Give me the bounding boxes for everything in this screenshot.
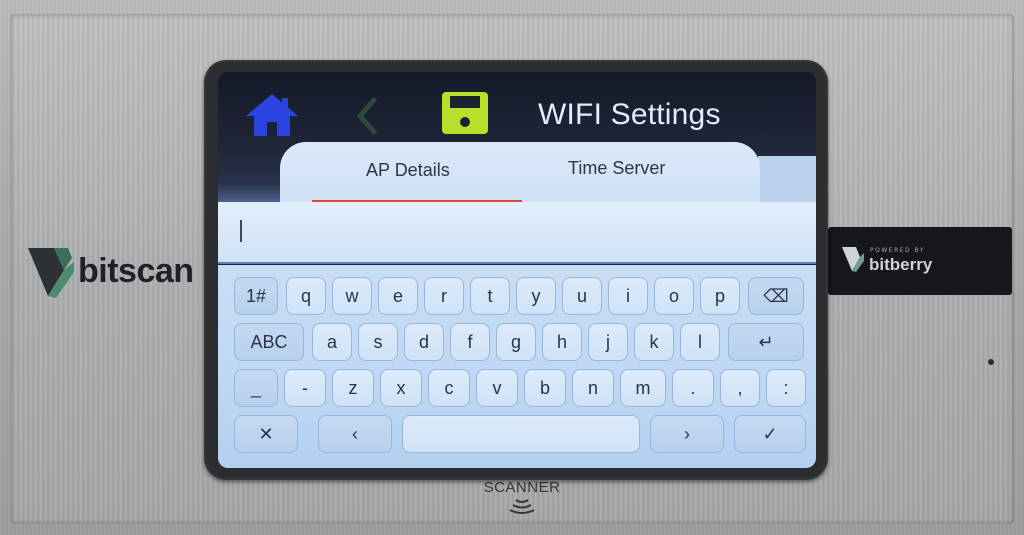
key-u[interactable]: u xyxy=(562,277,602,315)
key-abc[interactable]: ABC xyxy=(234,323,304,361)
key-e[interactable]: e xyxy=(378,277,418,315)
screen-bezel: WIFI Settings AP Details Time Server 1# … xyxy=(204,60,828,480)
key-o[interactable]: o xyxy=(654,277,694,315)
key-x[interactable]: x xyxy=(380,369,422,407)
powered-by-label: POWERED BY xyxy=(870,247,926,254)
key-d[interactable]: d xyxy=(404,323,444,361)
key-symbols[interactable]: 1# xyxy=(234,277,278,315)
key-g[interactable]: g xyxy=(496,323,536,361)
tab-bar: AP Details Time Server xyxy=(280,142,760,206)
brand-logo: bitscan xyxy=(26,242,194,300)
key-f[interactable]: f xyxy=(450,323,490,361)
floppy-disk-icon[interactable] xyxy=(440,90,490,136)
key-j[interactable]: j xyxy=(588,323,628,361)
key-c[interactable]: c xyxy=(428,369,470,407)
text-caret xyxy=(240,220,242,242)
touch-screen: WIFI Settings AP Details Time Server 1# … xyxy=(218,72,816,468)
chevron-left-icon[interactable] xyxy=(352,96,382,136)
key-underscore[interactable]: _ xyxy=(234,369,278,407)
key-comma[interactable]: , xyxy=(720,369,760,407)
bitscan-logo-icon xyxy=(28,248,74,298)
key-h[interactable]: h xyxy=(542,323,582,361)
scanner-area: SCANNER xyxy=(472,479,572,516)
enter-key[interactable]: ↵ xyxy=(728,323,804,361)
key-s[interactable]: s xyxy=(358,323,398,361)
screw-hole xyxy=(988,359,994,365)
key-k[interactable]: k xyxy=(634,323,674,361)
key-b[interactable]: b xyxy=(524,369,566,407)
key-w[interactable]: w xyxy=(332,277,372,315)
device-body: bitscan POWERED BY bitberry SCANNER WIFI… xyxy=(0,0,1024,535)
tab-ap-details[interactable]: AP Details xyxy=(366,160,496,198)
key-y[interactable]: y xyxy=(516,277,556,315)
close-keyboard-key[interactable]: ✕ xyxy=(234,415,298,453)
on-screen-keyboard: 1# q w e r t y u i o p ⌫ ABC a s d f g h xyxy=(218,265,816,468)
bitberry-badge: POWERED BY bitberry xyxy=(828,227,1012,295)
page-title: WIFI Settings xyxy=(538,98,721,131)
key-p[interactable]: p xyxy=(700,277,740,315)
backspace-key[interactable]: ⌫ xyxy=(748,277,804,315)
key-colon[interactable]: : xyxy=(766,369,806,407)
tab-time-server[interactable]: Time Server xyxy=(568,158,718,196)
key-dash[interactable]: - xyxy=(284,369,326,407)
confirm-key[interactable]: ✓ xyxy=(734,415,806,453)
key-z[interactable]: z xyxy=(332,369,374,407)
home-icon[interactable] xyxy=(244,92,300,138)
text-input-field[interactable] xyxy=(218,202,816,264)
key-period[interactable]: . xyxy=(672,369,714,407)
key-q[interactable]: q xyxy=(286,277,326,315)
key-v[interactable]: v xyxy=(476,369,518,407)
cursor-left-key[interactable]: ‹ xyxy=(318,415,392,453)
key-n[interactable]: n xyxy=(572,369,614,407)
bitberry-logo-icon xyxy=(842,247,864,272)
top-bar: WIFI Settings xyxy=(218,72,816,144)
key-a[interactable]: a xyxy=(312,323,352,361)
key-r[interactable]: r xyxy=(424,277,464,315)
brand-name: bitscan xyxy=(78,251,194,290)
key-t[interactable]: t xyxy=(470,277,510,315)
space-key[interactable] xyxy=(402,415,640,453)
scanner-label: SCANNER xyxy=(483,479,561,496)
key-m[interactable]: m xyxy=(620,369,666,407)
key-i[interactable]: i xyxy=(608,277,648,315)
bitberry-brand-name: bitberry xyxy=(869,255,933,274)
cursor-right-key[interactable]: › xyxy=(650,415,724,453)
key-l[interactable]: l xyxy=(680,323,720,361)
nfc-wave-icon xyxy=(509,499,535,514)
